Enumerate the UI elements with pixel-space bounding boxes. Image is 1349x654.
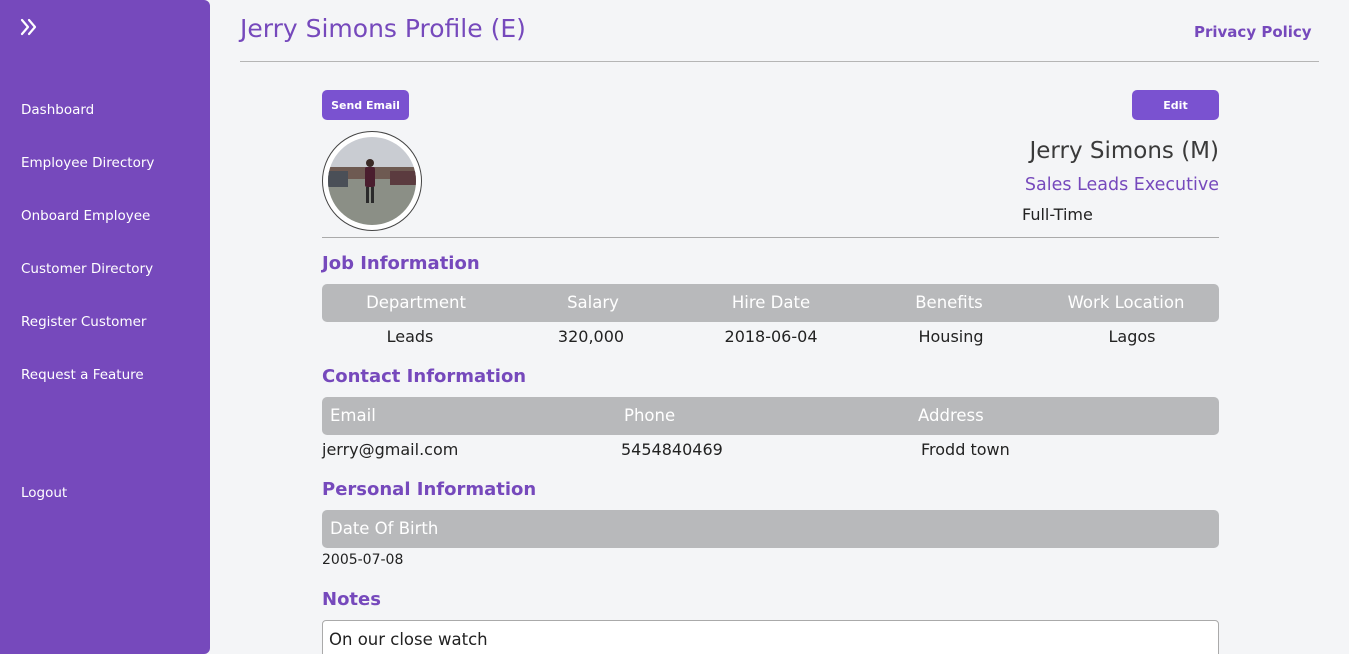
personal-information-header-row: Date Of Birth (322, 510, 1219, 548)
column-header: Date Of Birth (330, 519, 439, 538)
contact-information-header-row: Email Phone Address (322, 397, 1219, 435)
notes-heading: Notes (322, 589, 381, 610)
sidebar-item-dashboard[interactable]: Dashboard (21, 102, 94, 118)
avatar (322, 131, 422, 231)
notes-textarea[interactable]: On our close watch (322, 620, 1219, 654)
table-cell-address: Frodd town (921, 440, 1010, 459)
table-cell-phone: 5454840469 (621, 440, 723, 459)
table-cell: 2018-06-04 (724, 327, 818, 346)
table-cell-email: jerry@gmail.com (322, 440, 459, 459)
header-divider (240, 61, 1319, 62)
sidebar-item-employee-directory[interactable]: Employee Directory (21, 155, 154, 171)
double-chevron-right-icon[interactable] (18, 16, 40, 38)
privacy-policy-link[interactable]: Privacy Policy (1194, 23, 1312, 41)
sidebar-item-onboard-employee[interactable]: Onboard Employee (21, 208, 150, 224)
column-header: Work Location (1067, 293, 1185, 312)
employment-type: Full-Time (1022, 205, 1093, 224)
page-title: Jerry Simons Profile (E) (240, 14, 526, 43)
date-of-birth-value: 2005-07-08 (322, 552, 404, 568)
sidebar: Dashboard Employee Directory Onboard Emp… (0, 0, 210, 654)
send-email-button[interactable]: Send Email (322, 90, 409, 120)
sidebar-item-request-feature[interactable]: Request a Feature (21, 367, 144, 383)
profile-photo (328, 137, 416, 225)
job-information-heading: Job Information (322, 253, 480, 274)
column-header: Phone (624, 406, 676, 425)
sidebar-item-logout[interactable]: Logout (21, 485, 67, 501)
table-cell: Leads (386, 327, 434, 346)
table-cell: Housing (918, 327, 984, 346)
edit-button[interactable]: Edit (1132, 90, 1219, 120)
column-header: Hire Date (731, 293, 811, 312)
column-header: Address (918, 406, 984, 425)
profile-name: Jerry Simons (M) (1029, 138, 1220, 164)
sidebar-item-customer-directory[interactable]: Customer Directory (21, 261, 153, 277)
table-cell: 320,000 (557, 327, 625, 346)
job-information-row: Leads 320,000 2018-06-04 Housing Lagos (322, 325, 1219, 349)
job-information-header-row: Department Salary Hire Date Benefits Wor… (322, 284, 1219, 322)
profile-divider (322, 237, 1219, 238)
column-header: Salary (567, 293, 619, 312)
column-header: Email (330, 406, 376, 425)
column-header: Department (366, 293, 466, 312)
contact-information-row: jerry@gmail.com 5454840469 Frodd town (322, 438, 1219, 462)
profile-role: Sales Leads Executive (1024, 175, 1219, 195)
table-cell: Lagos (1108, 327, 1156, 346)
personal-information-heading: Personal Information (322, 479, 537, 500)
column-header: Benefits (915, 293, 983, 312)
sidebar-item-register-customer[interactable]: Register Customer (21, 314, 146, 330)
contact-information-heading: Contact Information (322, 366, 527, 387)
